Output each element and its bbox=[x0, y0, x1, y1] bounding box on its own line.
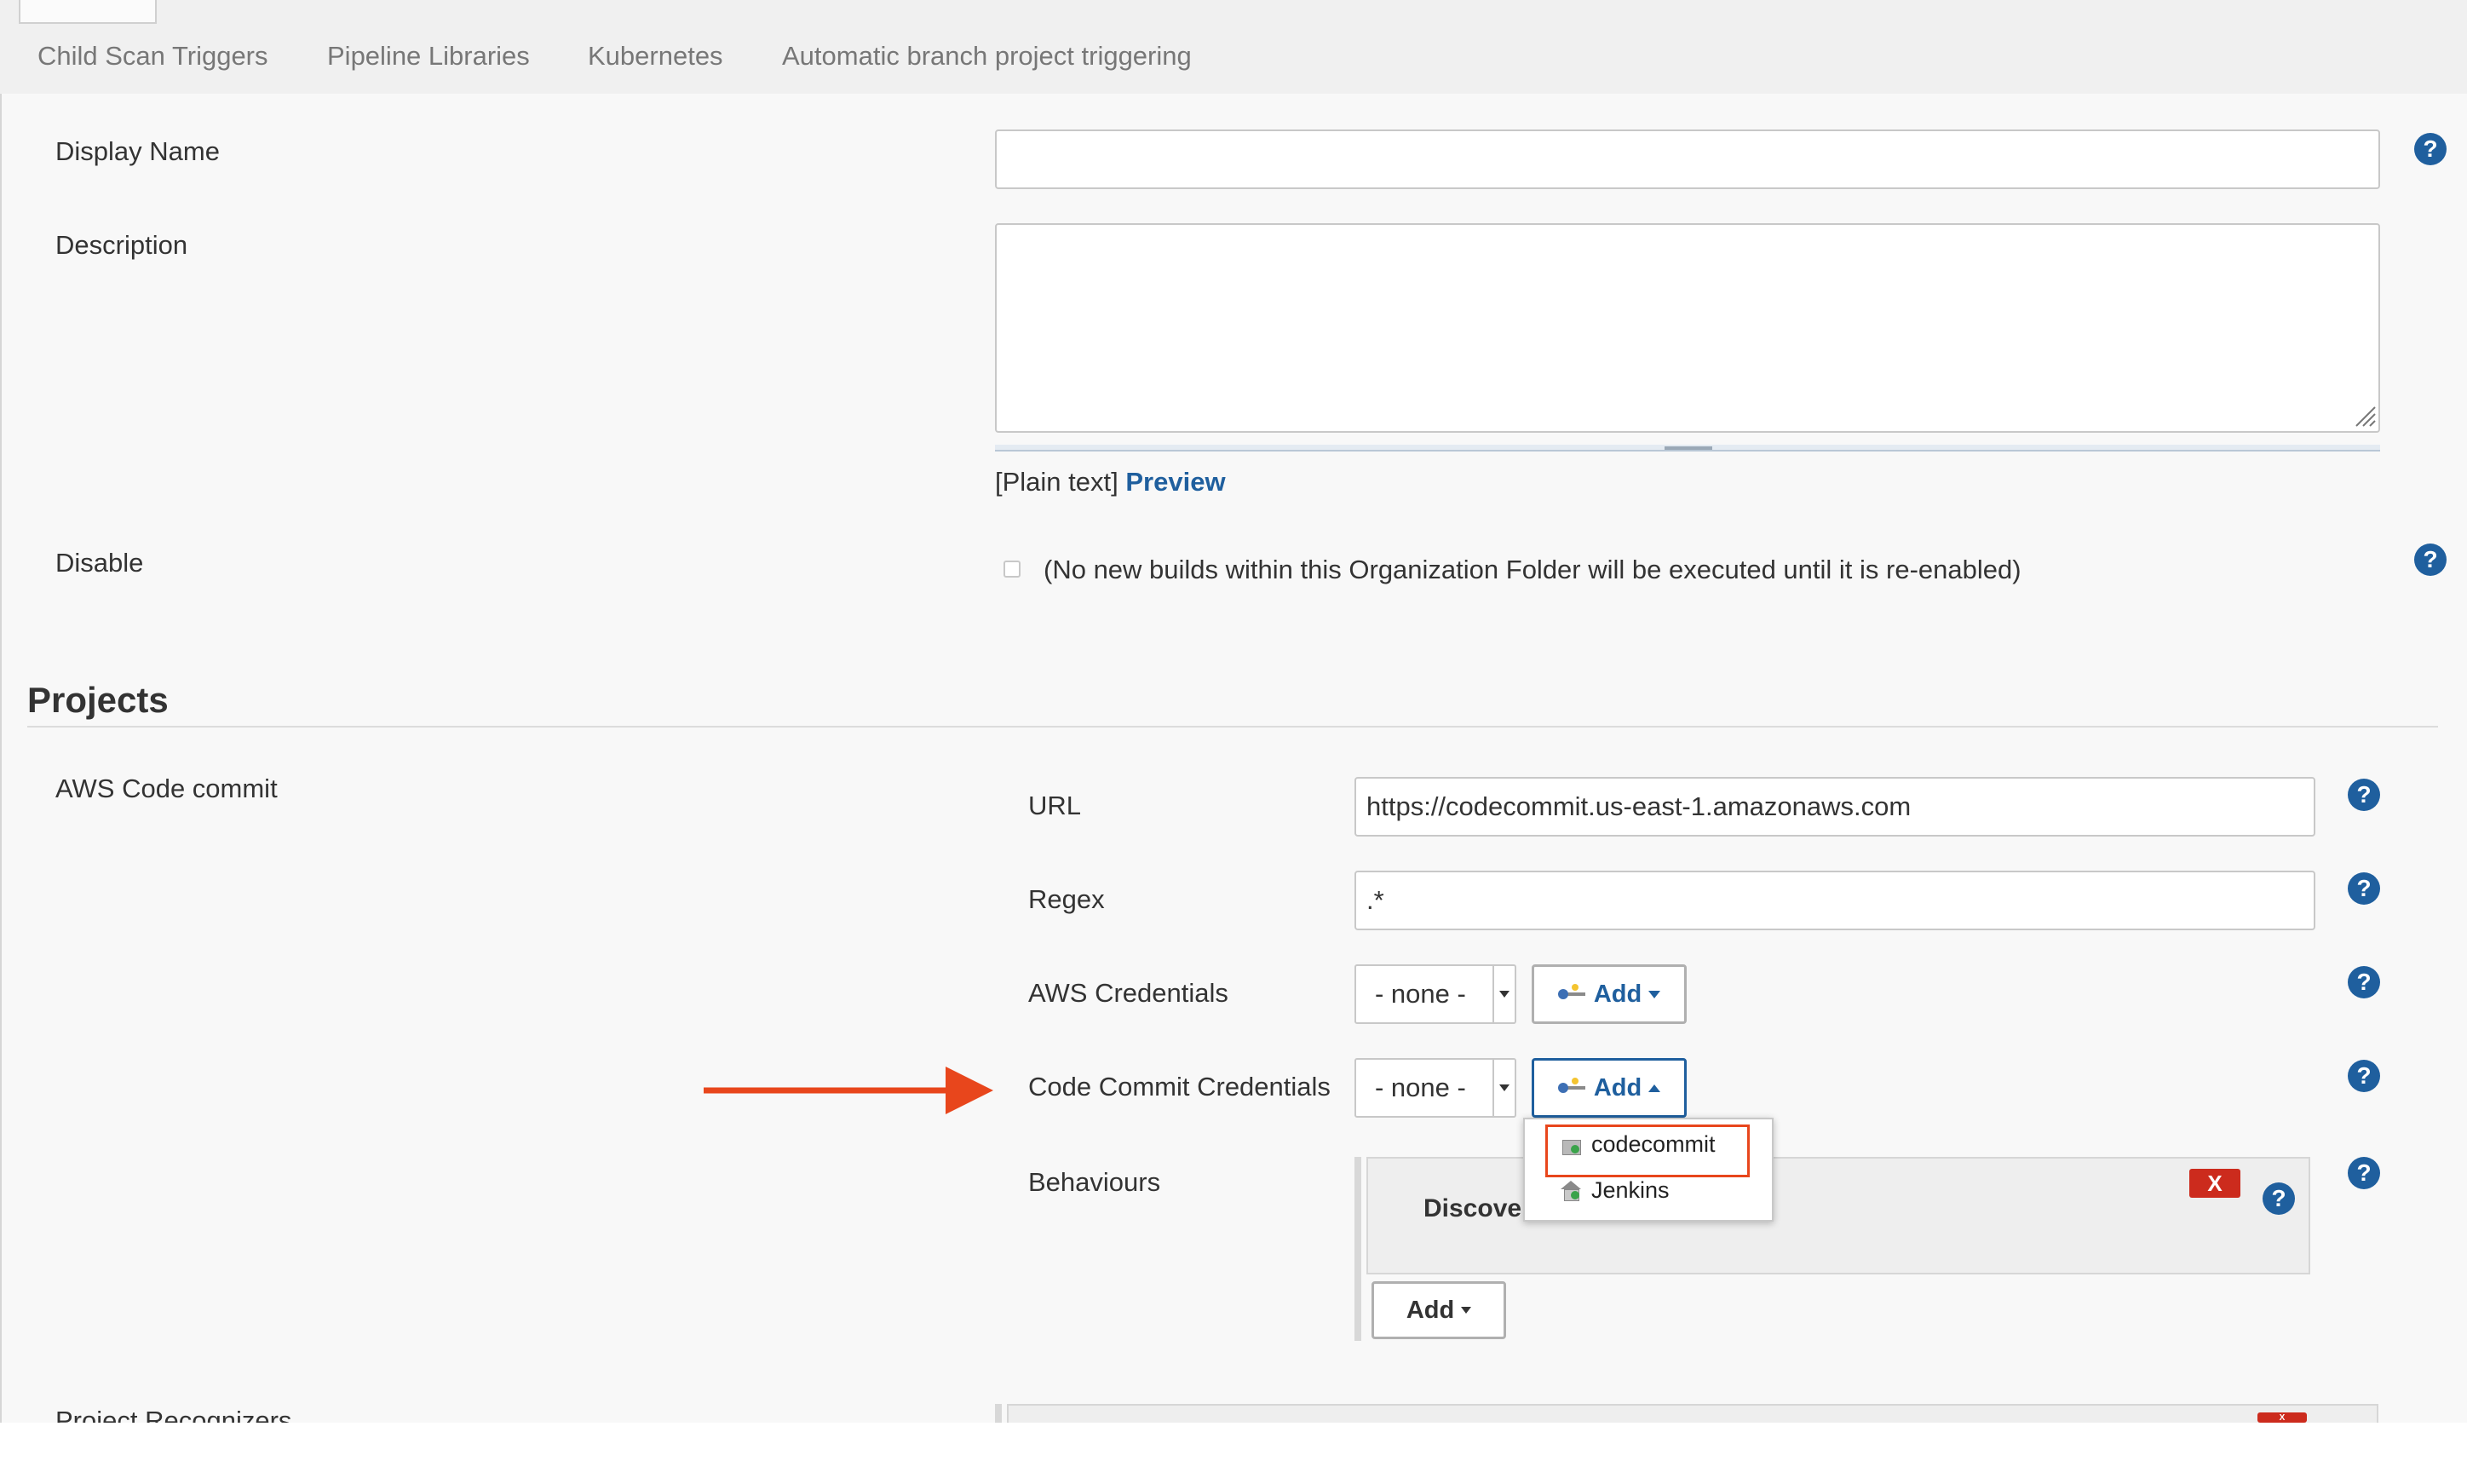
tab-general-active[interactable] bbox=[19, 0, 157, 24]
menu-item-jenkins[interactable]: Jenkins bbox=[1561, 1177, 1670, 1204]
recognizer-item bbox=[1007, 1404, 2378, 1423]
key-icon bbox=[1557, 1078, 1587, 1096]
disable-help-icon[interactable]: ? bbox=[2414, 544, 2447, 576]
disable-checkbox[interactable] bbox=[1003, 561, 1021, 578]
display-name-input[interactable] bbox=[995, 129, 2380, 189]
aws-credentials-help-icon[interactable]: ? bbox=[2348, 966, 2380, 998]
behaviours-label: Behaviours bbox=[1028, 1167, 1161, 1197]
codecommit-credentials-selected: - none - bbox=[1375, 1073, 1466, 1102]
description-drag-grip bbox=[1665, 446, 1712, 450]
tab-automatic-branch-triggering[interactable]: Automatic branch project triggering bbox=[782, 41, 1192, 72]
behaviours-help-icon[interactable]: ? bbox=[2348, 1157, 2380, 1189]
disable-note: (No new builds within this Organization … bbox=[1044, 555, 2021, 584]
description-format-note: [Plain text] Preview bbox=[995, 467, 1226, 498]
chevron-down-icon bbox=[1492, 1060, 1515, 1116]
tab-pipeline-libraries[interactable]: Pipeline Libraries bbox=[327, 41, 530, 72]
projects-heading: Projects bbox=[27, 680, 169, 720]
display-name-help-icon[interactable]: ? bbox=[2414, 133, 2447, 165]
caret-down-icon bbox=[1648, 990, 1661, 998]
annotation-highlight-box bbox=[1545, 1125, 1750, 1177]
caret-up-icon bbox=[1648, 1084, 1661, 1092]
preview-link[interactable]: Preview bbox=[1125, 467, 1225, 497]
codecommit-credentials-label: Code Commit Credentials bbox=[1028, 1072, 1331, 1101]
behaviours-add-button[interactable]: Add bbox=[1372, 1281, 1506, 1339]
aws-credentials-select[interactable]: - none - bbox=[1354, 964, 1516, 1024]
tab-child-scan-triggers[interactable]: Child Scan Triggers bbox=[37, 41, 268, 72]
codecommit-credentials-help-icon[interactable]: ? bbox=[2348, 1060, 2380, 1092]
codecommit-credentials-select[interactable]: - none - bbox=[1354, 1058, 1516, 1118]
url-label: URL bbox=[1028, 791, 1082, 820]
url-help-icon[interactable]: ? bbox=[2348, 779, 2380, 811]
codecommit-credentials-add-button[interactable]: Add bbox=[1532, 1058, 1687, 1118]
projects-divider bbox=[27, 726, 2438, 728]
page-bottom-blank bbox=[0, 1423, 2467, 1484]
jenkins-store-icon bbox=[1561, 1180, 1581, 1201]
caret-down-icon bbox=[1461, 1307, 1472, 1314]
aws-code-commit-label: AWS Code commit bbox=[55, 774, 278, 803]
aws-credentials-add-button[interactable]: Add bbox=[1532, 964, 1687, 1024]
tab-kubernetes[interactable]: Kubernetes bbox=[588, 41, 723, 72]
annotation-arrow-icon bbox=[704, 1067, 993, 1114]
recognizers-left-bar bbox=[995, 1404, 1002, 1423]
aws-credentials-label: AWS Credentials bbox=[1028, 978, 1228, 1008]
plain-text-label: [Plain text] bbox=[995, 467, 1118, 497]
behaviour-item-help-icon[interactable]: ? bbox=[2263, 1182, 2295, 1215]
behaviour-item-title: Discove bbox=[1423, 1194, 1522, 1222]
aws-credentials-add-label: Add bbox=[1593, 980, 1642, 1008]
display-name-label: Display Name bbox=[55, 136, 220, 166]
disable-label: Disable bbox=[55, 548, 144, 578]
textarea-resize-handle[interactable] bbox=[2353, 404, 2377, 428]
config-tab-bar: Child Scan Triggers Pipeline Libraries K… bbox=[0, 0, 2467, 95]
url-input[interactable]: https://codecommit.us-east-1.amazonaws.c… bbox=[1354, 777, 2315, 837]
aws-credentials-selected: - none - bbox=[1375, 979, 1466, 1009]
behaviour-remove-button[interactable]: X bbox=[2189, 1169, 2240, 1198]
regex-help-icon[interactable]: ? bbox=[2348, 872, 2380, 905]
regex-label: Regex bbox=[1028, 884, 1105, 914]
codecommit-credentials-add-label: Add bbox=[1593, 1073, 1642, 1101]
key-icon bbox=[1557, 984, 1587, 1003]
behaviours-left-bar bbox=[1354, 1157, 1361, 1341]
behaviours-add-label: Add bbox=[1406, 1296, 1455, 1324]
recognizer-remove-button[interactable]: X bbox=[2257, 1412, 2307, 1423]
description-label: Description bbox=[55, 230, 188, 260]
description-textarea[interactable] bbox=[995, 223, 2380, 433]
regex-input[interactable]: .* bbox=[1354, 871, 2315, 930]
chevron-down-icon bbox=[1492, 966, 1515, 1022]
menu-item-jenkins-label: Jenkins bbox=[1591, 1177, 1670, 1203]
